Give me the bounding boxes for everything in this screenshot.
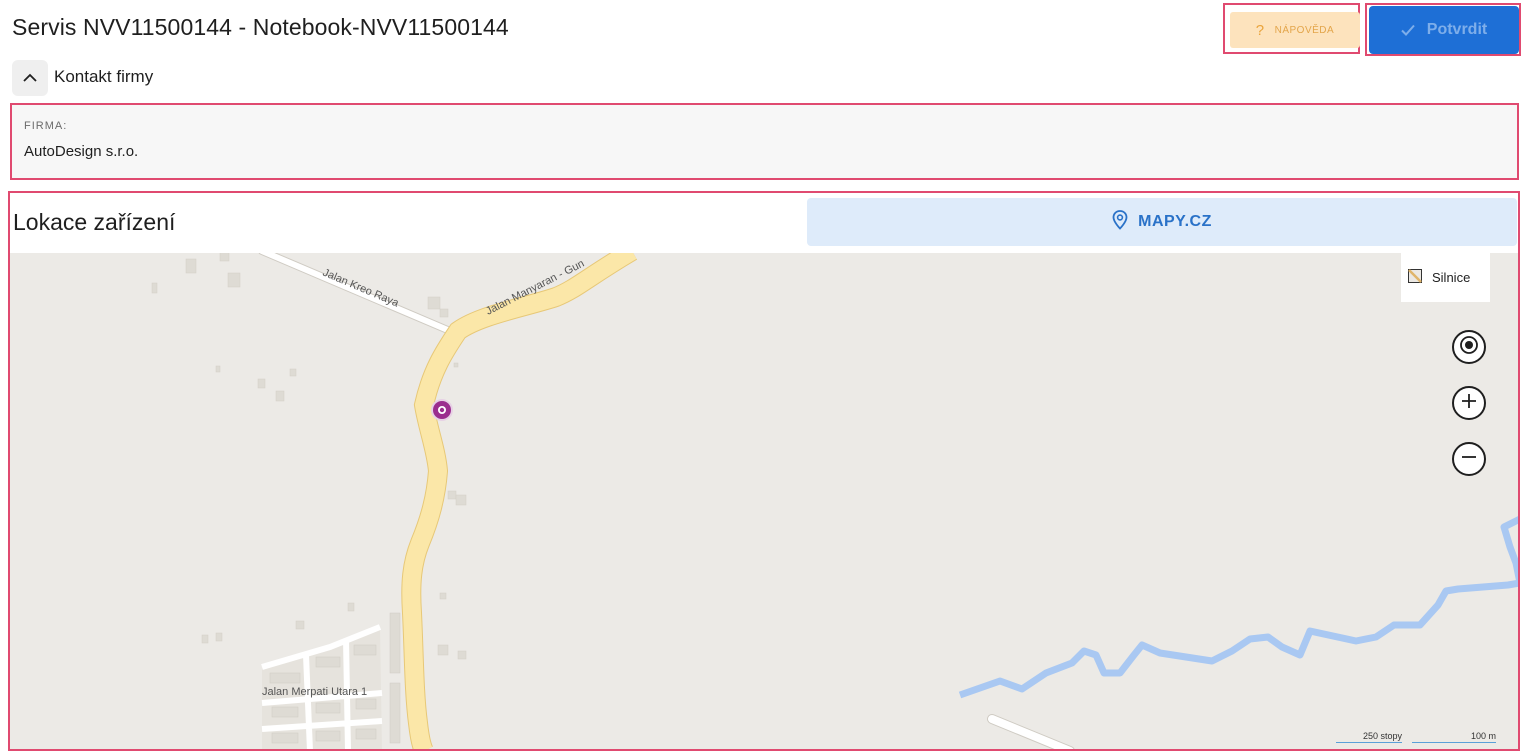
- location-panel: Lokace zařízení MAPY.CZ Jalan Kreo Raya …: [8, 191, 1520, 751]
- check-icon: [1401, 24, 1415, 36]
- locate-me-button[interactable]: [1452, 330, 1486, 364]
- contact-section-title: Kontakt firmy: [54, 67, 154, 86]
- company-field: FIRMA: AutoDesign s.r.o.: [10, 103, 1519, 180]
- company-field-value: AutoDesign s.r.o.: [24, 143, 139, 160]
- scale-bar-imperial: 250 stopy: [1336, 731, 1402, 743]
- company-field-label: FIRMA:: [24, 120, 68, 132]
- question-icon: ?: [1255, 21, 1265, 39]
- confirm-button[interactable]: Potvrdit: [1369, 6, 1519, 54]
- collapse-contact-button[interactable]: [12, 60, 48, 96]
- street-label-kreo: Jalan Kreo Raya: [321, 267, 401, 310]
- location-title: Lokace zařízení: [13, 209, 176, 235]
- plus-icon: [1460, 392, 1478, 415]
- zoom-in-button[interactable]: [1452, 386, 1486, 420]
- chevron-up-icon: [23, 69, 37, 87]
- minus-icon: [1460, 448, 1478, 471]
- confirm-button-label: Potvrdit: [1426, 21, 1488, 38]
- page-title: Servis NVV11500144 - Notebook-NVV1150014…: [12, 14, 509, 40]
- scale-metric-label: 100 m: [1470, 731, 1496, 741]
- help-button[interactable]: ? NÁPOVĚDA: [1230, 12, 1360, 48]
- map-pin-icon: [1112, 209, 1128, 235]
- river: [958, 516, 1518, 699]
- mapy-cz-button[interactable]: MAPY.CZ: [807, 198, 1517, 246]
- road-layer-label: Silnice: [1432, 270, 1471, 285]
- residential-block: [261, 612, 401, 749]
- mapy-cz-button-label: MAPY.CZ: [1138, 213, 1212, 230]
- road-layer-icon: [1408, 269, 1422, 286]
- map-marker[interactable]: [431, 399, 453, 421]
- target-icon: [1459, 335, 1479, 360]
- map-view[interactable]: Jalan Kreo Raya Jalan Manyaran - Gun Jal…: [10, 253, 1518, 749]
- scale-imperial-label: 250 stopy: [1362, 731, 1402, 741]
- scale-bar-metric: 100 m: [1412, 731, 1496, 743]
- street-label-merpati: Jalan Merpati Utara 1: [262, 686, 367, 698]
- road-layer-toggle[interactable]: Silnice: [1401, 253, 1490, 302]
- zoom-out-button[interactable]: [1452, 442, 1486, 476]
- help-button-label: NÁPOVĚDA: [1274, 24, 1335, 36]
